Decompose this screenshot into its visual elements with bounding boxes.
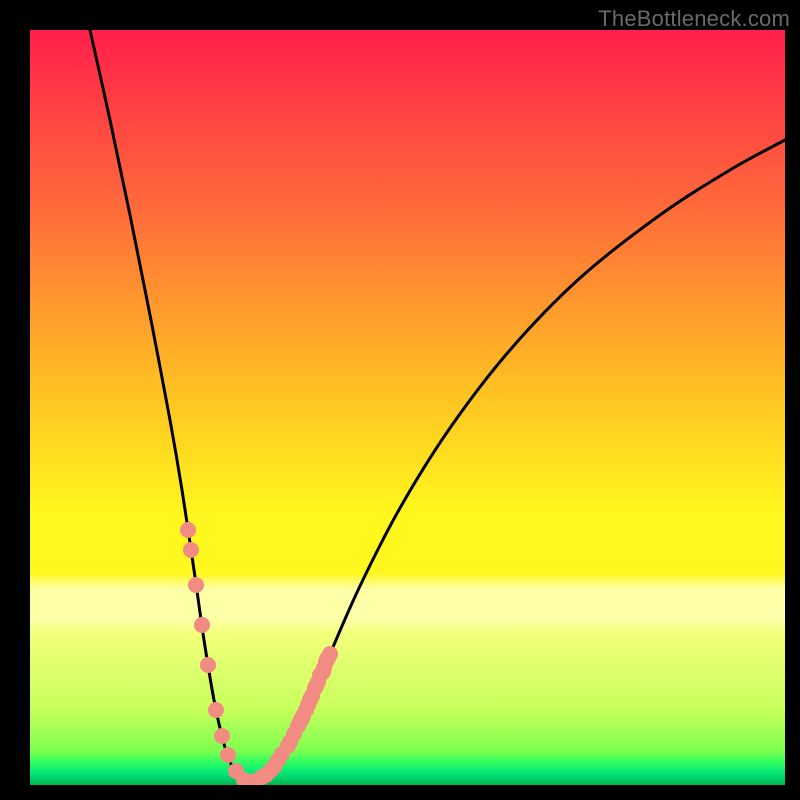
marker-dots: [180, 522, 338, 785]
marker-right-29: [303, 690, 319, 706]
marker-right-28: [295, 708, 311, 724]
marker-left-1: [183, 542, 199, 558]
outer-frame: TheBottleneck.com: [0, 0, 800, 800]
marker-right-21: [319, 651, 335, 667]
watermark-text: TheBottleneck.com: [598, 6, 790, 32]
marker-left-5: [208, 702, 224, 718]
series-right-branch: [248, 140, 785, 782]
marker-left-4: [200, 657, 216, 673]
curve-lines: [90, 30, 785, 782]
marker-left-0: [180, 522, 196, 538]
series-left-branch: [90, 30, 248, 782]
marker-right-27: [254, 769, 270, 785]
marker-left-2: [188, 577, 204, 593]
marker-left-6: [214, 728, 230, 744]
marker-left-7: [220, 747, 236, 763]
marker-right-25: [280, 738, 296, 754]
plot-area: [30, 30, 785, 785]
marker-left-3: [194, 617, 210, 633]
chart-svg: [30, 30, 785, 785]
